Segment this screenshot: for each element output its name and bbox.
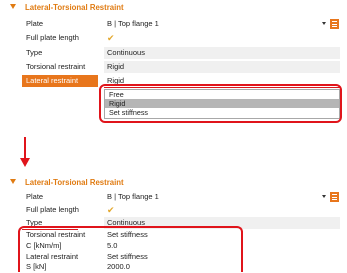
type-value[interactable]: Continuous [104, 47, 340, 59]
plate-select[interactable]: B | Top flange 1 [104, 18, 340, 30]
plate-label: Plate [26, 192, 44, 201]
torsional-restraint-value[interactable]: Rigid [104, 61, 340, 73]
menu-icon[interactable] [330, 192, 339, 202]
torsional-restraint-row: Torsional restraint Rigid [22, 61, 340, 73]
full-plate-length-label: Full plate length [26, 205, 79, 214]
chevron-down-icon[interactable] [10, 4, 16, 9]
section-title: Lateral-Torsional Restraint [25, 3, 124, 12]
section-header-bottom[interactable]: Lateral-Torsional Restraint [10, 177, 124, 189]
plate-row: Plate B | Top flange 1 [22, 18, 340, 30]
section-header-top[interactable]: Lateral-Torsional Restraint [10, 2, 124, 14]
full-plate-length-checkbox[interactable]: ✔ [104, 204, 340, 216]
plate-value: B | Top flange 1 [107, 192, 159, 201]
dropdown-highlight-box [99, 84, 342, 123]
plate-value: B | Top flange 1 [107, 19, 159, 28]
full-plate-length-label: Full plate length [26, 33, 79, 42]
arrow-down-icon [24, 137, 26, 160]
torsional-restraint-label: Torsional restraint [26, 62, 86, 71]
lateral-restraint-label: Lateral restraint [22, 75, 98, 87]
type-label: Type [26, 48, 43, 57]
type-row: Type Continuous [22, 47, 340, 59]
dropdown-arrow-icon[interactable] [322, 22, 326, 25]
section-title: Lateral-Torsional Restraint [25, 178, 124, 187]
dropdown-arrow-icon[interactable] [322, 195, 326, 198]
plate-select[interactable]: B | Top flange 1 [104, 191, 340, 203]
menu-icon[interactable] [330, 19, 339, 29]
checkmark-icon: ✔ [107, 205, 115, 215]
full-plate-length-row: Full plate length ✔ [22, 32, 340, 44]
arrow-down-head [20, 158, 30, 167]
checkmark-icon: ✔ [107, 33, 115, 43]
plate-label: Plate [26, 19, 44, 28]
plate-row: Plate B | Top flange 1 [22, 191, 340, 203]
chevron-down-icon[interactable] [10, 179, 16, 184]
full-plate-length-row: Full plate length ✔ [22, 204, 340, 216]
full-plate-length-checkbox[interactable]: ✔ [104, 32, 340, 44]
changes-highlight-box [18, 226, 243, 272]
